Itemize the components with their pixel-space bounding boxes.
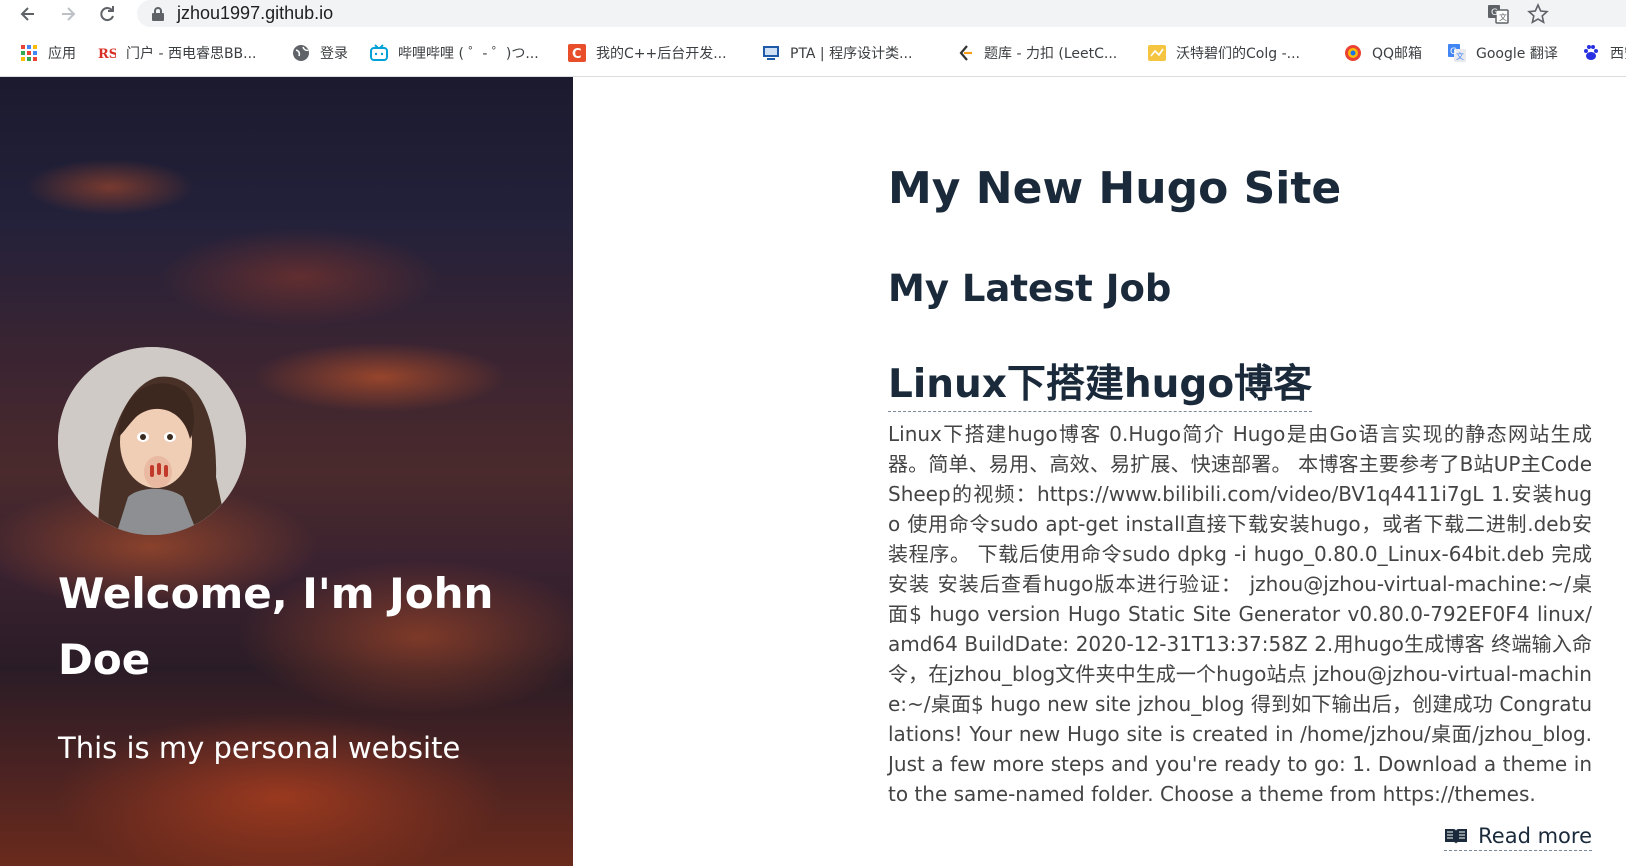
svg-text:文: 文 bbox=[1456, 51, 1464, 61]
bookmark-bilibili[interactable]: 哔哩哔哩 ( ゜- ゜)つ... bbox=[370, 42, 539, 64]
hero-panel: Welcome, I'm John Doe This is my persona… bbox=[0, 77, 573, 866]
globe-icon bbox=[293, 45, 309, 61]
read-more-link[interactable]: Read more bbox=[1444, 824, 1592, 851]
bookmark-label: 我的C++后台开发... bbox=[596, 46, 727, 62]
avatar bbox=[58, 347, 246, 535]
bookmark-rs[interactable]: RS 门户 - 西电睿思BB... bbox=[98, 42, 257, 64]
bookmarks-bar: 应用 RS 门户 - 西电睿思BB... 登录 哔哩哔哩 ( ゜- ゜)つ...… bbox=[0, 29, 1626, 77]
reload-button[interactable] bbox=[95, 2, 119, 26]
back-button[interactable] bbox=[16, 2, 40, 26]
bookmark-pta[interactable]: PTA | 程序设计类... bbox=[762, 42, 912, 64]
svg-text:文: 文 bbox=[1499, 12, 1507, 22]
browser-toolbar: jzhou1997.github.io G文 bbox=[0, 0, 1626, 29]
avatar-photo bbox=[58, 347, 246, 535]
svg-text:RS: RS bbox=[98, 47, 116, 62]
forward-button[interactable] bbox=[56, 2, 80, 26]
read-more-label: Read more bbox=[1478, 824, 1592, 848]
bookmark-label: QQ邮箱 bbox=[1372, 46, 1423, 62]
bookmark-label: Google 翻译 bbox=[1476, 46, 1558, 62]
bookmark-google-translate[interactable]: G文 Google 翻译 bbox=[1448, 42, 1558, 64]
baidu-paw-icon bbox=[1584, 45, 1598, 60]
post-summary: Linux下搭建hugo博客 0.Hugo简介 Hugo是由Go语言实现的静态网… bbox=[888, 422, 1592, 806]
svg-text:C: C bbox=[572, 47, 582, 62]
hero-title: Welcome, I'm John Doe bbox=[58, 569, 494, 684]
leetcode-icon bbox=[959, 45, 972, 61]
apps-grid-icon bbox=[21, 45, 37, 61]
section-title: My Latest Job bbox=[888, 267, 1172, 310]
bilibili-icon bbox=[370, 44, 388, 61]
colg-icon bbox=[1148, 45, 1166, 61]
bookmark-baidu[interactable]: 西安 bbox=[1582, 42, 1626, 64]
lock-icon bbox=[152, 7, 164, 21]
bookmark-colg[interactable]: 沃特碧们的Colg -... bbox=[1148, 42, 1300, 64]
address-bar[interactable]: jzhou1997.github.io G文 bbox=[137, 0, 1626, 27]
bookmark-label: 题库 - 力扣 (LeetC... bbox=[984, 46, 1118, 62]
google-translate-icon: G文 bbox=[1448, 44, 1466, 62]
bookmark-label: 西安 bbox=[1610, 46, 1626, 62]
site-title: My New Hugo Site bbox=[888, 163, 1342, 214]
book-icon bbox=[1445, 829, 1468, 844]
translate-page-icon[interactable]: G文 bbox=[1487, 3, 1509, 25]
reload-icon bbox=[100, 6, 114, 22]
qqmail-icon bbox=[1345, 45, 1361, 61]
svg-text:G: G bbox=[1491, 8, 1498, 18]
bookmark-apps[interactable]: 应用 bbox=[20, 42, 76, 64]
rs-logo-icon: RS bbox=[98, 47, 116, 62]
back-arrow-icon bbox=[20, 7, 34, 21]
forward-arrow-icon bbox=[62, 7, 76, 21]
bookmark-label: 哔哩哔哩 ( ゜- ゜)つ... bbox=[398, 46, 539, 62]
url-text: jzhou1997.github.io bbox=[177, 3, 334, 23]
bookmark-label: PTA | 程序设计类... bbox=[790, 46, 913, 62]
bookmark-star-icon[interactable] bbox=[1527, 3, 1549, 25]
bookmark-label: 登录 bbox=[320, 46, 348, 62]
csdn-icon: C bbox=[568, 44, 586, 62]
bookmark-leetcode[interactable]: 题库 - 力扣 (LeetC... bbox=[956, 42, 1117, 64]
bookmark-csdn[interactable]: C 我的C++后台开发... bbox=[568, 42, 727, 64]
bookmark-qqmail[interactable]: QQ邮箱 bbox=[1344, 42, 1422, 64]
hero-subtitle: This is my personal website bbox=[58, 731, 461, 765]
bookmark-label: 门户 - 西电睿思BB... bbox=[126, 46, 257, 62]
post-title-link[interactable]: Linux下搭建hugo博客 bbox=[888, 353, 1313, 412]
bookmark-label: 沃特碧们的Colg -... bbox=[1176, 46, 1300, 62]
bookmark-label: 应用 bbox=[48, 46, 76, 62]
pta-icon bbox=[763, 46, 779, 60]
bookmark-login[interactable]: 登录 bbox=[292, 42, 348, 64]
